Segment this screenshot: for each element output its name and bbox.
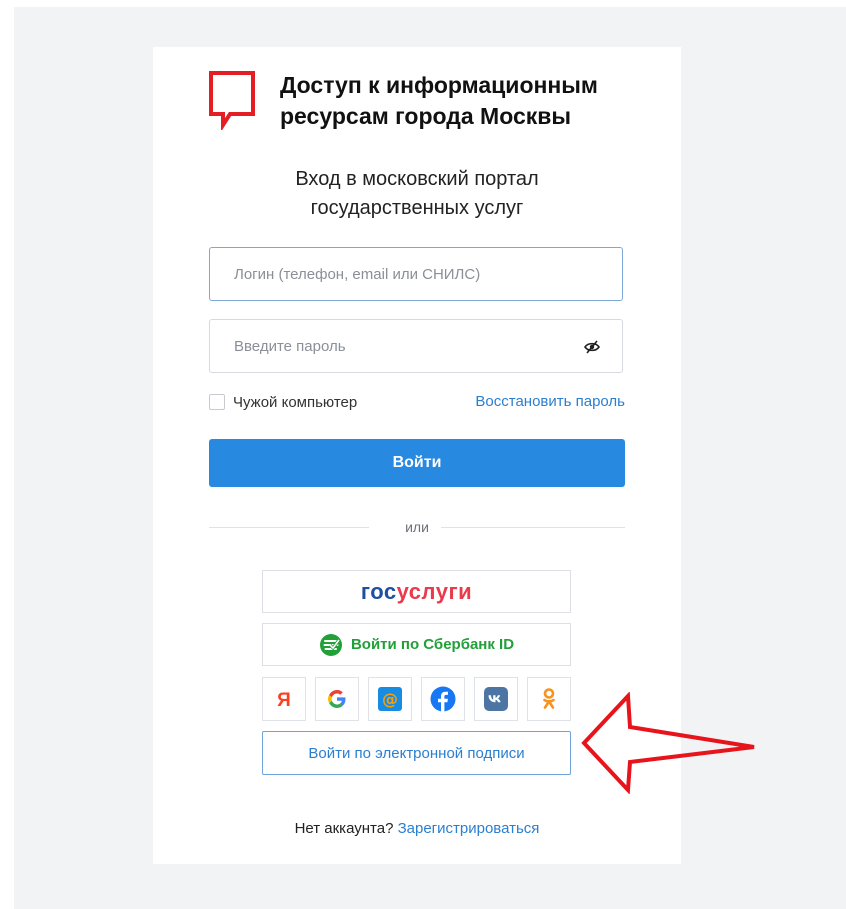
or-divider: или (209, 519, 625, 535)
odnoklassniki-icon (543, 688, 555, 709)
divider-line-right (441, 527, 625, 528)
no-account-text: Нет аккаунта? (294, 820, 394, 837)
password-input[interactable] (210, 320, 622, 372)
brand-title-line2: ресурсам города Москвы (280, 103, 572, 129)
login-field (209, 247, 623, 301)
show-password-icon[interactable] (584, 340, 600, 354)
mailru-login-button[interactable]: @ (368, 677, 412, 721)
facebook-login-button[interactable] (421, 677, 465, 721)
mos-logo-icon (209, 71, 255, 130)
annotation-arrow-icon (581, 692, 755, 794)
sber-logo-icon (319, 633, 342, 656)
restore-password-link[interactable]: Восстановить пароль (475, 393, 625, 410)
yandex-icon: Я (277, 690, 291, 710)
gosuslugi-button[interactable]: гос услуги (262, 570, 571, 613)
login-button[interactable]: Войти (209, 439, 625, 487)
electronic-signature-button[interactable]: Войти по электронной подписи (262, 731, 571, 775)
social-login-row: Я @ (262, 677, 572, 721)
login-input[interactable] (210, 248, 622, 300)
google-login-button[interactable] (315, 677, 359, 721)
sber-id-button[interactable]: Войти по Сбербанк ID (262, 623, 571, 666)
gosuslugi-logo-part1: гос (360, 578, 397, 604)
page-subtitle: Вход в московский портал государственных… (153, 165, 681, 223)
subtitle-line2: государственных услуг (310, 197, 524, 219)
mailru-icon: @ (378, 687, 402, 711)
foreign-computer-checkbox[interactable] (209, 394, 225, 410)
brand-title-line1: Доступ к информационным (280, 72, 598, 98)
odnoklassniki-login-button[interactable] (527, 677, 571, 721)
svg-text:Я: Я (277, 690, 291, 710)
vk-login-button[interactable] (474, 677, 518, 721)
google-icon (328, 690, 346, 708)
password-field (209, 319, 623, 373)
facebook-icon (430, 686, 456, 712)
remember-option[interactable]: Чужой компьютер (209, 393, 357, 411)
foreign-computer-label: Чужой компьютер (233, 393, 358, 411)
yandex-login-button[interactable]: Я (262, 677, 306, 721)
subtitle-line1: Вход в московский портал (295, 168, 539, 190)
svg-text:@: @ (382, 690, 398, 709)
register-link[interactable]: Зарегистрироваться (398, 820, 540, 837)
sber-id-label: Войти по Сбербанк ID (350, 636, 515, 653)
gosuslugi-logo-part2: услуги (396, 578, 473, 604)
vk-icon (484, 687, 508, 711)
brand-title: Доступ к информационным ресурсам города … (280, 70, 660, 132)
register-prompt: Нет аккаунта? Зарегистрироваться (153, 820, 681, 837)
